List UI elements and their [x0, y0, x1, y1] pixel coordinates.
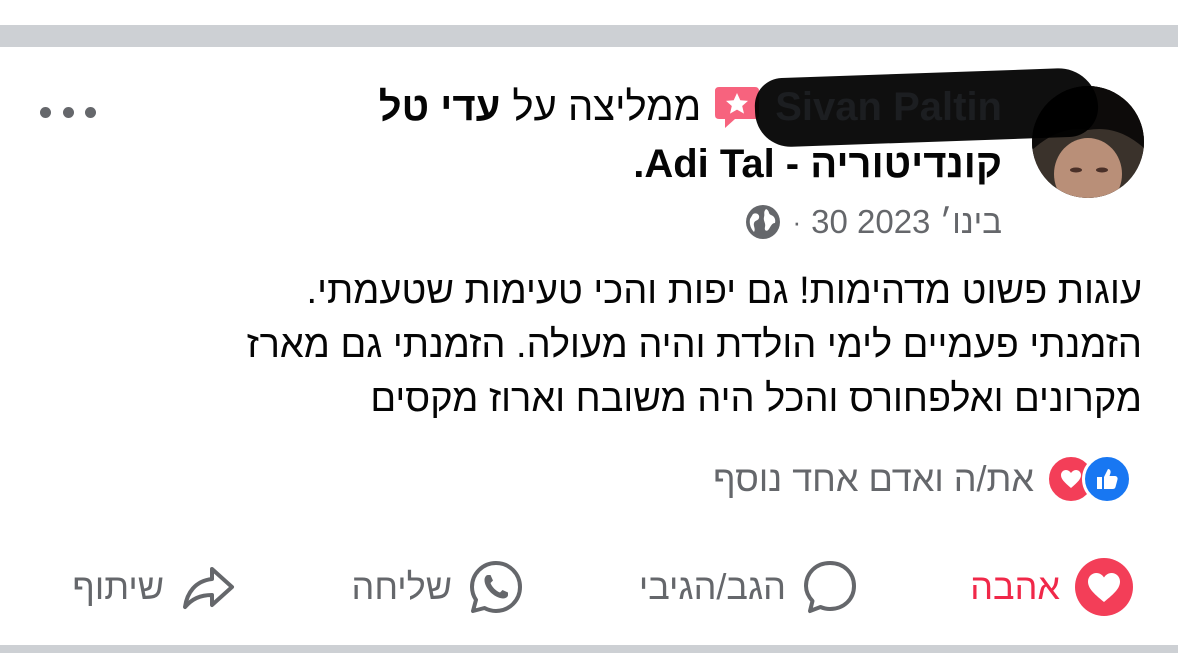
feed-separator-bottom [0, 645, 1178, 653]
post-body-line: הזמנתי פעמיים לימי הולדת והיה מעולה. הזמ… [246, 324, 1142, 366]
more-dot [85, 106, 96, 118]
action-bar: אהבה הגב/הגיבי שליחה שיתוף [0, 555, 1178, 619]
page-name-line: קונדיטוריה - Adi Tal. [182, 136, 1002, 192]
reactions-summary[interactable]: את/ה ואדם אחד נוסף [713, 454, 1132, 504]
send-label: שליחה [351, 566, 453, 607]
comment-label: הגב/הגיבי [638, 566, 786, 607]
page-name-link[interactable]: עדי טל [379, 85, 501, 130]
like-icon [1082, 454, 1132, 504]
post-date[interactable]: 30 בינו׳ 2023 [811, 203, 1002, 241]
more-options-button[interactable] [40, 98, 96, 126]
comment-icon [800, 557, 860, 617]
meta-separator: · [792, 206, 802, 237]
love-label: אהבה [970, 566, 1060, 607]
post-body: עוגות פשוט מדהימות! גם יפות והכי טעימות … [32, 264, 1142, 426]
send-button[interactable]: שליחה [352, 555, 527, 619]
reactions-text: את/ה ואדם אחד נוסף [713, 458, 1034, 499]
post-body-line: מקרונים ואלפחורס והכל היה משובח וארוז מק… [370, 378, 1142, 420]
globe-icon [744, 203, 782, 241]
more-dot [40, 106, 51, 118]
love-icon [1074, 557, 1134, 617]
love-button[interactable]: אהבה [970, 555, 1134, 619]
share-icon [178, 557, 238, 617]
feed-separator-top [0, 25, 1178, 47]
comment-button[interactable]: הגב/הגיבי [639, 555, 860, 619]
post-header: Sivan Paltin ממליצה על עדי טל קונדיטוריה… [182, 66, 1100, 192]
share-button[interactable]: שיתוף [72, 555, 238, 619]
author-name[interactable]: Sivan Paltin [754, 66, 1100, 148]
page-name-link-continued[interactable]: קונדיטוריה - Adi Tal [644, 142, 1002, 186]
post-body-line: עוגות פשוט מדהימות! גם יפות והכי טעימות … [306, 270, 1142, 312]
recommends-text: ממליצה על [512, 84, 702, 129]
more-dot [62, 106, 74, 118]
whatsapp-icon [466, 557, 526, 617]
recommendation-line: Sivan Paltin ממליצה על עדי טל [182, 66, 1100, 148]
share-label: שיתוף [72, 566, 164, 607]
post-meta: 30 בינו׳ 2023 · [744, 200, 1002, 244]
page-name-suffix: . [633, 142, 645, 186]
